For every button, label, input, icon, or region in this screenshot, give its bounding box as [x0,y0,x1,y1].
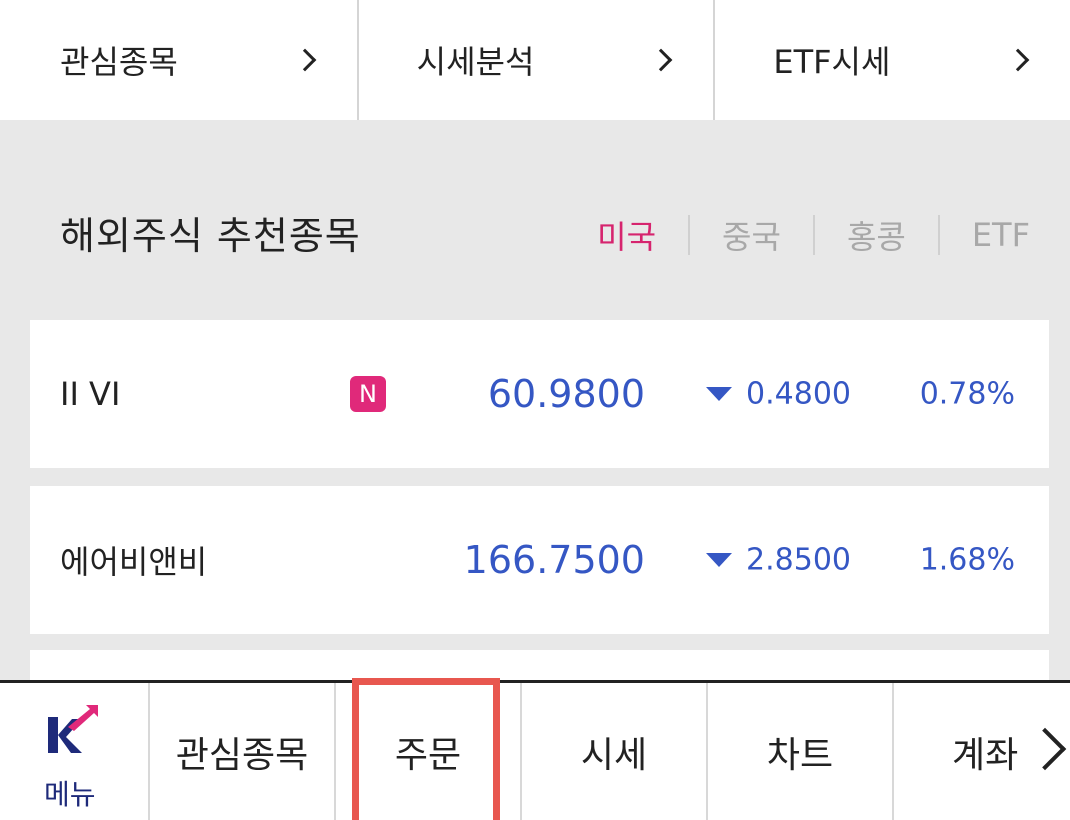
bottom-tab-watchlist[interactable]: 관심종목 [150,683,336,820]
chevron-right-icon [653,50,673,70]
chevron-right-icon [297,50,317,70]
stock-name: II VI [60,375,121,413]
stock-row-ii-vi[interactable]: II VI N 60.9800 0.4800 0.78% [30,320,1049,468]
top-nav-watchlist-label: 관심종목 [60,43,178,81]
section-title: 해외주식 추천종목 [60,214,361,258]
stock-price: 60.9800 [487,372,645,416]
stock-row-airbnb[interactable]: 에어비앤비 166.7500 2.8500 1.68% [30,486,1049,634]
top-nav-watchlist[interactable]: 관심종목 [0,0,359,120]
tab-hongkong[interactable]: 홍콩 [847,212,906,258]
tab-divider [937,215,940,255]
region-tabs: 미국 중국 홍콩 ETF [597,212,1030,258]
stock-price: 166.7500 [463,538,645,582]
tab-etf[interactable]: ETF [972,216,1030,254]
tab-divider [812,215,815,255]
menu-label: 메뉴 [44,778,96,811]
tab-us[interactable]: 미국 [597,212,656,258]
menu-button[interactable]: 메뉴 [0,683,150,820]
tab-divider [688,215,691,255]
stock-change-pct: 0.78% [919,376,1015,412]
stock-change-pct: 1.68% [919,542,1015,578]
bottom-tab-price[interactable]: 시세 [522,683,708,820]
new-badge: N [350,376,386,412]
stock-name: 에어비앤비 [60,543,208,581]
top-nav-etf-price-label: ETF시세 [773,43,891,81]
bottom-tab-bar: 메뉴 관심종목 주문 시세 차트 계좌 [0,680,1070,820]
stock-change: 0.4800 [746,376,851,412]
top-nav-price-analysis[interactable]: 시세분석 [359,0,716,120]
stock-change: 2.8500 [746,542,851,578]
k-logo-icon [48,705,98,753]
bottom-tab-order[interactable]: 주문 [336,683,522,820]
tab-china[interactable]: 중국 [722,212,781,258]
chevron-right-icon [1010,50,1030,70]
down-triangle-icon [706,387,732,401]
down-triangle-icon [706,553,732,567]
top-nav-price-analysis-label: 시세분석 [416,43,535,81]
chevron-right-icon[interactable] [1030,724,1060,774]
top-nav: 관심종목 시세분석 ETF시세 [0,0,1070,120]
top-nav-etf-price[interactable]: ETF시세 [715,0,1070,120]
bottom-tab-chart[interactable]: 차트 [708,683,894,820]
